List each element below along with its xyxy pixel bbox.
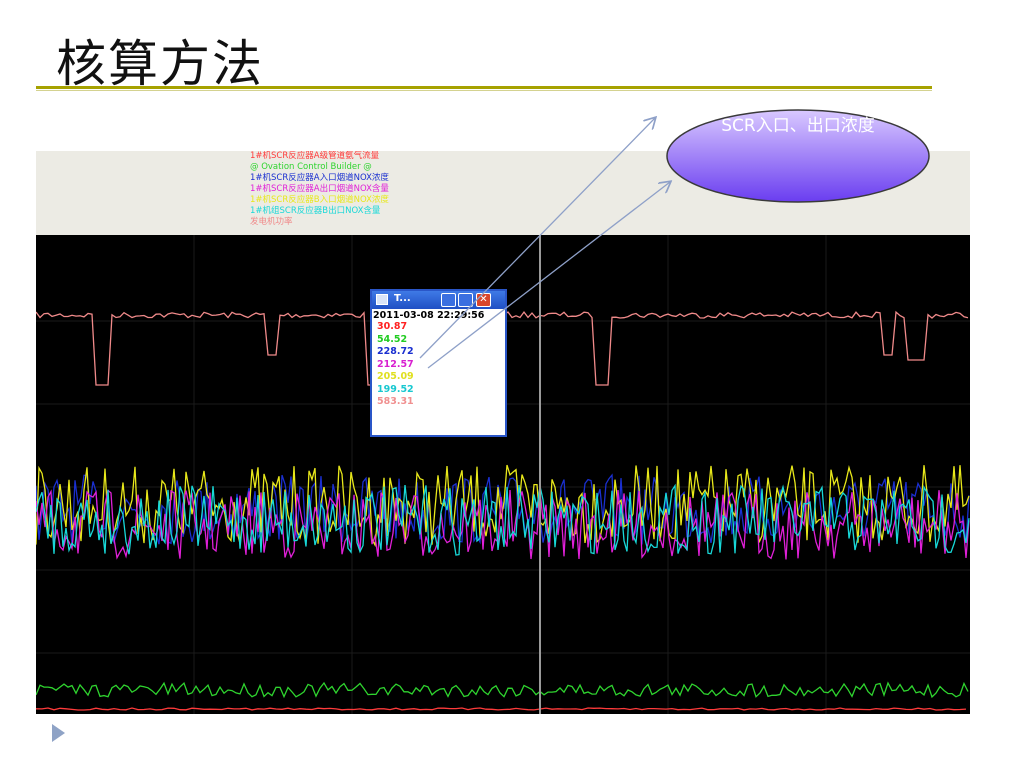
legend-entry: 1#机组SCR反应器B出口NOX含量 <box>250 206 380 217</box>
maximize-button[interactable] <box>458 293 473 307</box>
popup-values: 30.87 54.52 228.72 212.57 205.09 199.52 … <box>372 321 505 409</box>
popup-value: 54.52 <box>377 333 408 345</box>
minimize-button[interactable] <box>441 293 456 307</box>
legend-label-ovation: @ Ovation Control Builder @ <box>250 162 372 172</box>
popup-value: 583.31 <box>377 396 414 407</box>
popup-value: 199.52 <box>377 383 414 395</box>
title-underline-thin <box>36 90 932 91</box>
legend-entry: 发电机功率 <box>250 217 293 228</box>
popup-value: 30.87 <box>377 321 408 332</box>
trace-ovation <box>36 681 969 699</box>
legend-entry: @ Ovation Control Builder @ <box>250 162 372 173</box>
legend-entry: 1#机SCR反应器A级管道氨气流量 <box>250 151 379 162</box>
popup-title: T... <box>394 293 411 304</box>
popup-titlebar[interactable]: T... ✕ <box>372 291 505 309</box>
close-icon: ✕ <box>479 294 488 305</box>
legend-entry: 1#机SCR反应器A入口烟道NOX浓度 <box>250 173 389 184</box>
popup-value: 228.72 <box>377 346 414 357</box>
popup-value: 205.09 <box>377 371 414 382</box>
legend-entry: 1#机SCR反应器A出口烟道NOX含量 <box>250 184 389 195</box>
callout-label: SCR入口、出口浓度 <box>721 116 875 136</box>
popup-timestamp: 2011-03-08 22:29:56 <box>373 310 485 321</box>
play-triangle-icon <box>52 724 65 742</box>
window-icon <box>376 294 388 305</box>
legend-label-power: 发电机功率 <box>250 217 293 227</box>
legend-label-b-inlet: 1#机SCR反应器B入口烟道NOX浓度 <box>250 195 389 205</box>
legend-label-b-outlet: 1#机组SCR反应器B出口NOX含量 <box>250 206 381 216</box>
legend-label-nh3-flow: 1#机SCR反应器A级管道氨气流量 <box>250 151 380 161</box>
legend-label-a-outlet: 1#机SCR反应器A出口烟道NOX含量 <box>250 184 389 194</box>
legend-entry: 1#机SCR反应器B入口烟道NOX浓度 <box>250 195 389 206</box>
legend-label-a-inlet: 1#机SCR反应器A入口烟道NOX浓度 <box>250 173 389 183</box>
close-button[interactable]: ✕ <box>476 293 491 307</box>
value-tooltip-window[interactable]: T... ✕ 2011-03-08 22:29:56 30.87 54.52 2… <box>370 289 507 437</box>
popup-value: 212.57 <box>377 358 414 370</box>
title-underline <box>36 86 932 89</box>
